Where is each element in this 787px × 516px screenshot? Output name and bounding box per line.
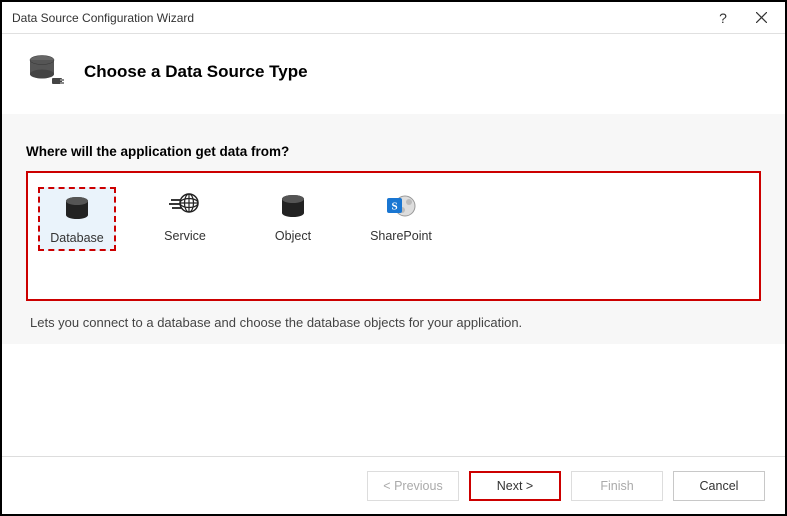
service-icon bbox=[169, 191, 201, 223]
option-label: Database bbox=[50, 231, 104, 245]
help-icon: ? bbox=[719, 10, 727, 26]
wizard-content: Where will the application get data from… bbox=[2, 114, 785, 344]
option-service[interactable]: Service bbox=[146, 187, 224, 247]
close-icon bbox=[756, 12, 767, 23]
finish-button: Finish bbox=[571, 471, 663, 501]
next-button[interactable]: Next > bbox=[469, 471, 561, 501]
object-icon bbox=[277, 191, 309, 223]
prompt-text: Where will the application get data from… bbox=[26, 144, 761, 159]
close-button[interactable] bbox=[743, 4, 779, 32]
data-source-options: Database Service bbox=[26, 171, 761, 301]
titlebar-controls: ? bbox=[705, 4, 779, 32]
sharepoint-icon: S bbox=[385, 191, 417, 223]
option-sharepoint[interactable]: S SharePoint bbox=[362, 187, 440, 247]
svg-text:S: S bbox=[391, 201, 397, 213]
option-label: Service bbox=[164, 229, 206, 243]
database-icon bbox=[61, 193, 93, 225]
option-description: Lets you connect to a database and choos… bbox=[26, 301, 761, 334]
option-object[interactable]: Object bbox=[254, 187, 332, 247]
wizard-title: Choose a Data Source Type bbox=[84, 62, 308, 82]
previous-button: < Previous bbox=[367, 471, 459, 501]
window-title: Data Source Configuration Wizard bbox=[12, 11, 194, 25]
option-database[interactable]: Database bbox=[38, 187, 116, 251]
help-button[interactable]: ? bbox=[705, 4, 741, 32]
wizard-header-icon bbox=[26, 52, 66, 92]
wizard-footer: < Previous Next > Finish Cancel bbox=[2, 456, 785, 514]
cancel-button[interactable]: Cancel bbox=[673, 471, 765, 501]
option-label: SharePoint bbox=[370, 229, 432, 243]
wizard-header: Choose a Data Source Type bbox=[2, 34, 785, 114]
option-label: Object bbox=[275, 229, 311, 243]
titlebar: Data Source Configuration Wizard ? bbox=[2, 2, 785, 34]
